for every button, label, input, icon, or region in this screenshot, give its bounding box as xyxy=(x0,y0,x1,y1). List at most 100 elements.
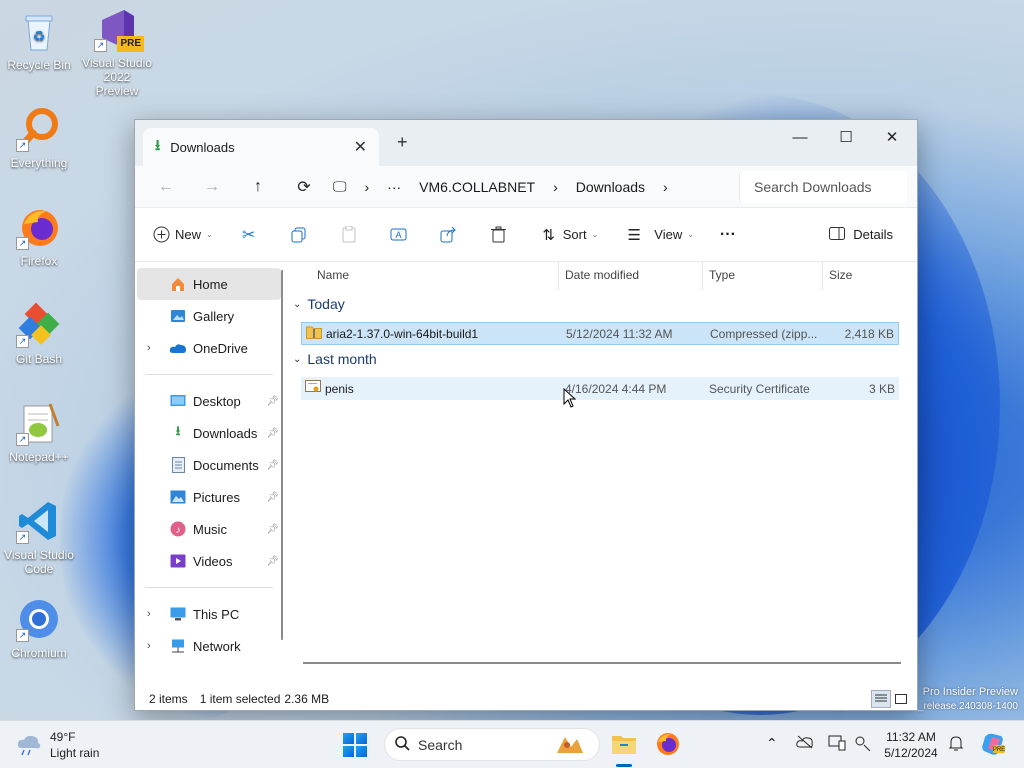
taskbar-file-explorer[interactable] xyxy=(608,729,640,767)
copy-icon xyxy=(289,225,309,245)
notification-bell-icon[interactable] xyxy=(948,735,964,754)
taskbar-search[interactable]: Search xyxy=(384,728,600,761)
watermark-line-1: Pro Insider Preview xyxy=(922,686,1018,698)
back-button[interactable]: ← xyxy=(143,178,189,196)
desktop-icon-visual-studio[interactable]: PRE ↗ Visual Studio 2022 Preview xyxy=(82,6,152,98)
desktop-icon-chromium[interactable]: ↗ Chromium xyxy=(4,596,74,660)
nav-item-documents[interactable]: Documents 📌︎ xyxy=(135,449,283,481)
breadcrumb-more[interactable]: ··· xyxy=(387,179,401,195)
column-divider[interactable] xyxy=(558,262,559,290)
column-divider[interactable] xyxy=(822,262,823,290)
gallery-icon xyxy=(169,307,187,325)
column-header-date[interactable]: Date modified xyxy=(565,268,639,282)
group-header-today[interactable]: ⌄ Today xyxy=(293,296,345,312)
nav-item-gallery[interactable]: Gallery xyxy=(135,300,283,332)
paste-button[interactable] xyxy=(339,225,363,245)
display-icon[interactable] xyxy=(828,735,846,754)
column-header-size[interactable]: Size xyxy=(829,268,852,282)
more-options-button[interactable]: ··· xyxy=(720,226,736,244)
copy-button[interactable] xyxy=(289,225,313,245)
tiles-view-button[interactable] xyxy=(891,690,911,708)
maximize-button[interactable]: ☐ xyxy=(823,124,869,150)
forward-button[interactable]: → xyxy=(189,178,235,196)
shortcut-arrow-icon: ↗ xyxy=(16,531,29,544)
column-header-type[interactable]: Type xyxy=(709,268,735,282)
desktop-icon xyxy=(169,392,187,410)
weather-widget[interactable]: 49°F Light rain xyxy=(16,729,99,761)
pre-badge: PRE xyxy=(117,36,144,52)
nav-item-videos[interactable]: Videos 📌︎ xyxy=(135,545,283,577)
nav-item-pictures[interactable]: Pictures 📌︎ xyxy=(135,481,283,513)
pin-icon[interactable]: 📌︎ xyxy=(266,524,279,535)
show-hidden-icons-button[interactable]: ⌃ xyxy=(766,735,778,752)
new-tab-button[interactable]: + xyxy=(397,132,408,153)
up-button[interactable]: ↑ xyxy=(235,178,281,196)
file-row[interactable]: penis 4/16/2024 4:44 PM Security Certifi… xyxy=(301,377,899,400)
group-header-last-month[interactable]: ⌄ Last month xyxy=(293,351,377,367)
clipboard-icon xyxy=(339,225,359,245)
certificate-icon xyxy=(305,380,321,397)
nav-item-music[interactable]: ♪ Music 📌︎ xyxy=(135,513,283,545)
computer-icon: 🖵 xyxy=(333,178,347,194)
delete-button[interactable] xyxy=(489,225,513,245)
nav-item-home[interactable]: Home xyxy=(137,268,281,300)
desktop-icon-firefox[interactable]: ↗ Firefox xyxy=(4,204,74,268)
search-label: Search xyxy=(418,736,463,753)
breadcrumb-item-vm6[interactable]: VM6.COLLABNET xyxy=(419,179,535,195)
breadcrumb-item-downloads[interactable]: Downloads xyxy=(576,179,645,195)
minimize-button[interactable]: — xyxy=(777,124,823,150)
nav-label: Desktop xyxy=(193,393,241,409)
chevron-right-icon[interactable]: › xyxy=(147,608,151,620)
desktop-icon-notepad-plus-plus[interactable]: ↗ Notepad++ xyxy=(4,400,74,464)
close-button[interactable]: ✕ xyxy=(869,124,915,150)
column-divider[interactable] xyxy=(702,262,703,290)
group-title: Last month xyxy=(307,351,377,367)
file-date: 5/12/2024 11:32 AM xyxy=(566,326,673,341)
cloud-offline-icon[interactable] xyxy=(796,735,814,752)
nav-item-desktop[interactable]: Desktop 📌︎ xyxy=(135,385,283,417)
rename-button[interactable]: A xyxy=(389,225,413,245)
nav-item-network[interactable]: › Network xyxy=(135,630,283,662)
new-button[interactable]: New ⌄ xyxy=(151,225,213,245)
details-view-button[interactable] xyxy=(871,690,891,708)
search-input[interactable]: Search Downloads xyxy=(739,170,907,203)
file-row[interactable]: aria2-1.37.0-win-64bit-build1 5/12/2024 … xyxy=(301,322,899,345)
nav-label: Documents xyxy=(193,457,259,473)
nav-label: Gallery xyxy=(193,308,235,324)
network-status-icon[interactable] xyxy=(854,735,872,754)
nav-item-onedrive[interactable]: › OneDrive xyxy=(135,332,283,364)
pin-icon[interactable]: 📌︎ xyxy=(266,556,279,567)
copilot-icon[interactable]: PRE xyxy=(980,731,1006,760)
nav-item-downloads[interactable]: ⭳ Downloads 📌︎ xyxy=(135,417,283,449)
windows-logo-tile xyxy=(356,746,367,757)
nav-item-this-pc[interactable]: › This PC xyxy=(135,598,283,630)
column-header-name[interactable]: Name xyxy=(317,268,349,282)
sort-button[interactable]: ⇅ Sort ⌄ xyxy=(539,225,598,245)
breadcrumb[interactable]: 🖵 › ··· VM6.COLLABNET › Downloads › xyxy=(333,171,725,203)
cut-button[interactable]: ✂ xyxy=(239,225,263,245)
chevron-right-icon[interactable]: › xyxy=(147,342,151,354)
desktop-icon-git-bash[interactable]: ↗ Git Bash xyxy=(4,302,74,366)
chevron-right-icon[interactable]: › xyxy=(147,640,151,652)
desktop-icon-recycle-bin[interactable]: ♻ Recycle Bin xyxy=(4,8,74,72)
pin-icon[interactable]: 📌︎ xyxy=(266,396,279,407)
taskbar-firefox[interactable] xyxy=(652,729,684,761)
horizontal-scrollbar[interactable] xyxy=(303,662,901,664)
share-button[interactable] xyxy=(439,225,463,245)
start-button[interactable] xyxy=(343,733,367,757)
videos-icon xyxy=(169,552,187,570)
share-icon xyxy=(439,225,459,245)
desktop-icon-vscode[interactable]: ↗ Visual Studio Code xyxy=(4,498,74,576)
list-view-icon: ☰ xyxy=(627,226,641,244)
nav-label: Network xyxy=(193,638,241,654)
view-button[interactable]: ☰ View ⌄ xyxy=(624,225,694,245)
pin-icon[interactable]: 📌︎ xyxy=(266,492,279,503)
pin-icon[interactable]: 📌︎ xyxy=(266,428,279,439)
tab-downloads[interactable]: ⭳ Downloads ✕ xyxy=(143,128,379,166)
clock[interactable]: 11:32 AM 5/12/2024 xyxy=(880,729,942,761)
desktop-icon-everything[interactable]: ↗ Everything xyxy=(4,106,74,170)
details-pane-button[interactable]: Details xyxy=(829,226,893,243)
close-tab-icon[interactable]: ✕ xyxy=(354,137,367,157)
pin-icon[interactable]: 📌︎ xyxy=(266,460,279,471)
refresh-button[interactable]: ⟳ xyxy=(281,177,327,197)
